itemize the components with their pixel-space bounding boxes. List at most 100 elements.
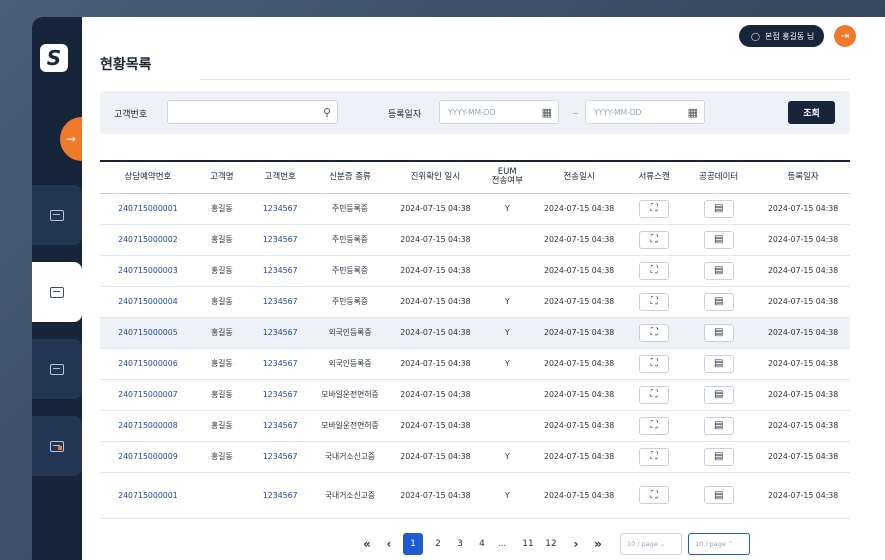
- document-search-icon[interactable]: ▤: [703, 486, 734, 504]
- dashboard-icon: [50, 440, 64, 452]
- document-search-icon[interactable]: ▤: [703, 261, 734, 280]
- next-page-icon[interactable]: ›: [570, 533, 582, 555]
- customer-no-cell[interactable]: 1234567: [247, 441, 313, 473]
- table-row[interactable]: 240715000009 홍길동 1234567 국내거소신고증 2024-07-15 …: [100, 441, 850, 473]
- scan-icon[interactable]: ⛶: [639, 416, 670, 435]
- table-row[interactable]: 240715000005 홍길동 1234567 외국인등록증 2024-07-15 0…: [100, 317, 850, 349]
- sent-datetime-cell: 2024-07-15 04:38: [531, 193, 628, 225]
- scan-icon[interactable]: ⛶: [639, 199, 670, 218]
- table-row[interactable]: 240715000006 홍길동 1234567 외국인등록증 2024-07-15 0…: [100, 348, 850, 380]
- column-header: 상담예약번호: [100, 162, 196, 194]
- scan-icon[interactable]: ⛶: [639, 230, 670, 249]
- calendar-icon[interactable]: ▦: [688, 106, 698, 119]
- page-size-select[interactable]: 10 / page ⌄: [620, 533, 682, 555]
- customer-name-cell: [195, 472, 248, 519]
- consult-no-cell[interactable]: 240715000006: [100, 348, 196, 380]
- verify-datetime-cell: 2024-07-15 04:38: [387, 379, 484, 411]
- verify-datetime-cell: 2024-07-15 04:38: [387, 410, 484, 442]
- page-1-button[interactable]: 1: [403, 533, 423, 555]
- reg-date-cell: 2024-07-15 04:38: [756, 348, 850, 380]
- table-row[interactable]: 240715000003 홍길동 1234567 주민등록증 2024-07-15 04…: [100, 255, 850, 287]
- scan-icon[interactable]: ⛶: [639, 323, 670, 342]
- page-11-button[interactable]: 11: [521, 533, 535, 555]
- search-button[interactable]: 조회: [788, 101, 835, 124]
- search-icon[interactable]: ⚲: [323, 106, 331, 119]
- scan-icon[interactable]: ⛶: [639, 447, 670, 466]
- id-type-cell: 외국인등록증: [312, 317, 388, 349]
- consult-no-cell[interactable]: 240715000009: [100, 441, 196, 473]
- document-search-icon[interactable]: ▤: [703, 385, 734, 404]
- consult-no-cell[interactable]: 240715000001: [100, 472, 196, 519]
- verify-datetime-cell: 2024-07-15 04:38: [387, 441, 484, 473]
- table-row[interactable]: 240715000001 홍길동 1234567 주민등록증 2024-07-15 04…: [100, 193, 850, 225]
- table-row[interactable]: 240715000007 홍길동 1234567 모바일운전면허증 2024-07-15…: [100, 379, 850, 411]
- table-row[interactable]: 240715000008 홍길동 1234567 모바일운전면허증 2024-07-15…: [100, 410, 850, 442]
- scan-icon[interactable]: ⛶: [639, 292, 670, 311]
- page-size-select-open[interactable]: 10 / page ⌃: [688, 533, 750, 555]
- sidebar-item-dashboard[interactable]: [32, 416, 82, 476]
- page-3-button[interactable]: 3: [453, 533, 467, 555]
- document-search-icon[interactable]: ▤: [703, 447, 734, 466]
- eum-sent-cell: Y: [483, 441, 532, 473]
- last-page-icon[interactable]: »: [591, 533, 605, 555]
- calendar-icon[interactable]: ▦: [542, 106, 552, 119]
- consult-no-cell[interactable]: 240715000003: [100, 255, 196, 287]
- document-search-icon[interactable]: ▤: [703, 323, 734, 342]
- logo-text: S: [46, 46, 62, 70]
- page-4-button[interactable]: 4: [475, 533, 489, 555]
- consult-no-cell[interactable]: 240715000005: [100, 317, 196, 349]
- document-search-icon[interactable]: ▤: [703, 292, 734, 311]
- table-row[interactable]: 240715000001 1234567 국내거소신고증 2024-07-15 04:…: [100, 472, 850, 519]
- page-2-button[interactable]: 2: [431, 533, 445, 555]
- scan-cell: ⛶: [627, 441, 682, 473]
- customer-name-cell: 홍길동: [195, 379, 248, 411]
- document-search-icon[interactable]: ▤: [703, 199, 734, 218]
- table-row[interactable]: 240715000002 홍길동 1234567 주민등록증 2024-07-15 04…: [100, 224, 850, 256]
- consult-no-cell[interactable]: 240715000002: [100, 224, 196, 256]
- table-row[interactable]: 240715000004 홍길동 1234567 주민등록증 2024-07-15 04…: [100, 286, 850, 318]
- customer-no-cell[interactable]: 1234567: [247, 286, 313, 318]
- column-header: 전송일시: [531, 162, 628, 194]
- customer-no-cell[interactable]: 1234567: [247, 255, 313, 287]
- customer-no-input[interactable]: ⚲: [167, 100, 338, 124]
- sidebar-item-document[interactable]: [32, 339, 82, 399]
- customer-no-cell[interactable]: 1234567: [247, 193, 313, 225]
- scan-icon[interactable]: ⛶: [639, 385, 670, 404]
- sidebar-item-list[interactable]: [32, 262, 82, 322]
- customer-no-cell[interactable]: 1234567: [247, 224, 313, 256]
- document-search-icon[interactable]: ▤: [703, 230, 734, 249]
- date-to-placeholder: YYYY-MM-DD: [594, 107, 642, 117]
- column-header: 서류스캔: [627, 162, 682, 194]
- id-type-cell: 주민등록증: [312, 286, 388, 318]
- column-header: 등록일자: [756, 162, 850, 194]
- sidebar-item-id-card[interactable]: [32, 185, 82, 245]
- customer-no-cell[interactable]: 1234567: [247, 472, 313, 519]
- scan-icon[interactable]: ⛶: [639, 261, 670, 280]
- scan-icon[interactable]: ⛶: [639, 486, 670, 504]
- prev-page-icon[interactable]: ‹: [383, 533, 395, 555]
- customer-no-cell[interactable]: 1234567: [247, 348, 313, 380]
- first-page-icon[interactable]: «: [360, 533, 374, 555]
- consult-no-cell[interactable]: 240715000007: [100, 379, 196, 411]
- title-divider: [200, 79, 850, 80]
- document-search-icon[interactable]: ▤: [703, 354, 734, 373]
- date-to-input[interactable]: YYYY-MM-DD ▦: [585, 100, 705, 124]
- scan-icon[interactable]: ⛶: [639, 354, 670, 373]
- sent-datetime-cell: 2024-07-15 04:38: [531, 348, 628, 380]
- user-badge[interactable]: ◯ 본점 홍길동 님: [739, 25, 825, 47]
- verify-datetime-cell: 2024-07-15 04:38: [387, 317, 484, 349]
- document-search-icon[interactable]: ▤: [703, 416, 734, 435]
- page-12-button[interactable]: 12: [544, 533, 558, 555]
- customer-no-cell[interactable]: 1234567: [247, 317, 313, 349]
- pagination: « ‹ 1 2 3 4 ... 11 12 › » 10 / page ⌄ 10…: [82, 533, 885, 555]
- consult-no-cell[interactable]: 240715000004: [100, 286, 196, 318]
- eum-sent-cell: [483, 379, 532, 411]
- reg-date-cell: 2024-07-15 04:38: [756, 255, 850, 287]
- date-from-input[interactable]: YYYY-MM-DD ▦: [439, 100, 559, 124]
- customer-no-cell[interactable]: 1234567: [247, 379, 313, 411]
- consult-no-cell[interactable]: 240715000001: [100, 193, 196, 225]
- app-logo[interactable]: S: [40, 44, 68, 72]
- customer-no-cell[interactable]: 1234567: [247, 410, 313, 442]
- consult-no-cell[interactable]: 240715000008: [100, 410, 196, 442]
- logout-button[interactable]: ⇥: [834, 25, 856, 47]
